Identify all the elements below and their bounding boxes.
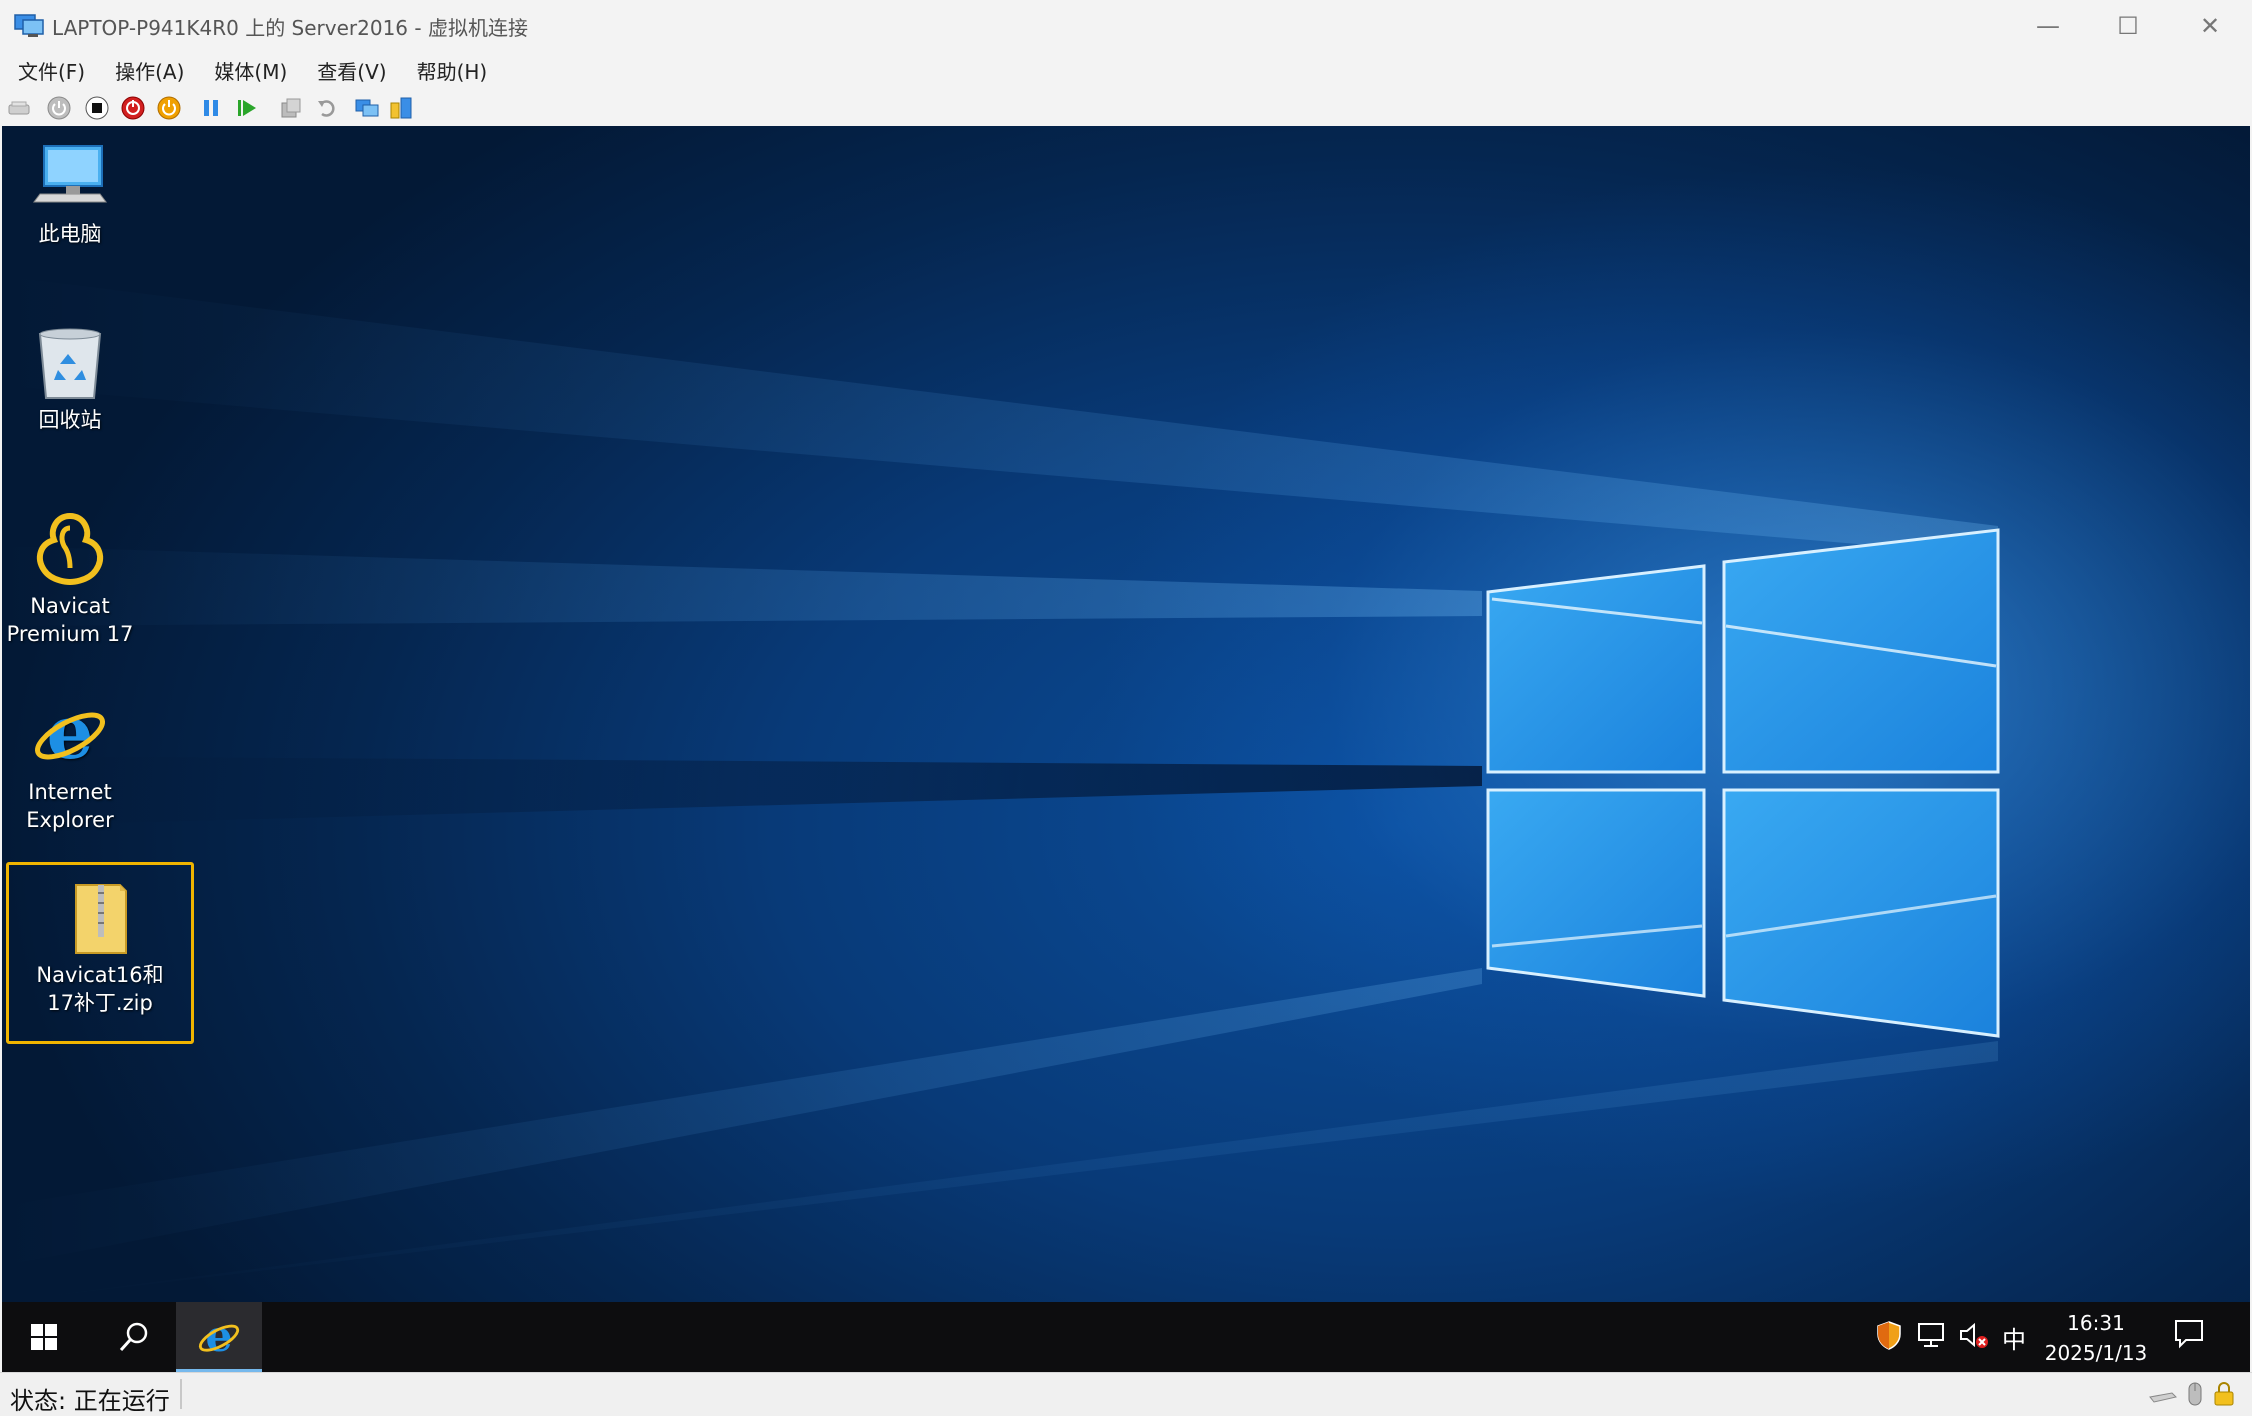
- desktop-icon-internet-explorer[interactable]: e Internet Explorer: [2, 694, 138, 834]
- keyboard-icon: [2149, 1392, 2177, 1403]
- desktop-icon-label-line2: Explorer: [26, 808, 114, 832]
- menu-media[interactable]: 媒体(M): [202, 56, 299, 85]
- desktop-icon-label: 此电脑: [38, 222, 102, 246]
- menu-view[interactable]: 查看(V): [305, 56, 398, 85]
- search-icon: [119, 1322, 148, 1352]
- network-icon[interactable]: [1916, 1320, 1946, 1350]
- clock-date: 2025/1/13: [2044, 1341, 2148, 1365]
- volume-muted-icon[interactable]: [1958, 1320, 1990, 1350]
- recycle-bin-icon: [38, 328, 102, 399]
- checkpoint-icon[interactable]: [278, 95, 304, 121]
- security-shield-icon[interactable]: [1876, 1320, 1902, 1350]
- desktop-icon-label-line1: Navicat: [30, 594, 110, 618]
- minimize-button[interactable]: —: [2008, 0, 2088, 52]
- windows-wallpaper: [2, 276, 2000, 1302]
- menu-action[interactable]: 操作(A): [103, 56, 196, 85]
- desktop-icon-label-line1: Internet: [28, 780, 112, 804]
- windows-logo-icon: [31, 1324, 57, 1350]
- svg-text:e: e: [46, 694, 93, 774]
- desktop-icon-zip-file-selected[interactable]: Navicat16和 17补丁.zip: [6, 862, 194, 1044]
- window-title: LAPTOP-P941K4R0 上的 Server2016 - 虚拟机连接: [52, 16, 528, 40]
- clock-time: 16:31: [2067, 1311, 2125, 1335]
- taskbar-internet-explorer[interactable]: e: [176, 1302, 262, 1372]
- start-icon[interactable]: [46, 95, 72, 121]
- start-button[interactable]: [2, 1302, 86, 1372]
- pause-icon[interactable]: [198, 95, 224, 121]
- maximize-button[interactable]: ☐: [2088, 0, 2168, 52]
- clock[interactable]: 16:31 2025/1/13: [2030, 1308, 2162, 1368]
- internet-explorer-icon: e: [35, 694, 105, 774]
- desktop-icon-this-pc[interactable]: 此电脑: [2, 136, 138, 248]
- taskbar: e 中 16:31 2025/1/13: [2, 1302, 2250, 1372]
- zip-folder-icon: [75, 884, 127, 954]
- vm-connection-window: LAPTOP-P941K4R0 上的 Server2016 - 虚拟机连接 — …: [0, 0, 2252, 1416]
- toolbar: [0, 90, 2252, 126]
- ctrl-alt-del-icon[interactable]: [6, 95, 32, 121]
- action-center-icon[interactable]: [2172, 1316, 2206, 1350]
- internet-explorer-icon: e: [198, 1314, 240, 1360]
- vm-desktop[interactable]: 此电脑 回收站 Navicat Premium 17 e Internet Ex…: [2, 126, 2250, 1302]
- search-button[interactable]: [92, 1302, 176, 1372]
- title-bar[interactable]: LAPTOP-P941K4R0 上的 Server2016 - 虚拟机连接 — …: [0, 0, 2252, 52]
- desktop-icon-label-line1: Navicat16和: [36, 963, 164, 987]
- desktop-icon-recycle-bin[interactable]: 回收站: [2, 322, 138, 434]
- menu-file[interactable]: 文件(F): [6, 56, 97, 85]
- status-bar: 状态: 正在运行: [0, 1372, 2252, 1416]
- status-divider: [180, 1379, 182, 1409]
- desktop-icon-label-line2: 17补丁.zip: [47, 991, 153, 1015]
- close-button[interactable]: ✕: [2170, 0, 2250, 52]
- save-icon[interactable]: [156, 95, 182, 121]
- menu-help[interactable]: 帮助(H): [405, 56, 500, 85]
- enhanced-session-icon[interactable]: [354, 95, 380, 121]
- turn-off-icon[interactable]: [84, 95, 110, 121]
- navicat-icon: [36, 512, 104, 586]
- vm-status-text: 状态: 正在运行: [10, 1387, 170, 1415]
- desktop-icon-label: 回收站: [38, 408, 102, 432]
- menu-bar: 文件(F) 操作(A) 媒体(M) 查看(V) 帮助(H): [0, 52, 2252, 88]
- vm-connection-app-icon: [14, 14, 44, 37]
- desktop-icon-label-line2: Premium 17: [6, 622, 134, 646]
- mouse-icon: [2188, 1382, 2202, 1406]
- shutdown-icon[interactable]: [120, 95, 146, 121]
- this-pc-icon: [33, 145, 107, 203]
- svg-text:e: e: [205, 1314, 232, 1360]
- lock-icon: [2214, 1382, 2234, 1406]
- share-icon[interactable]: [388, 95, 414, 121]
- desktop-icon-navicat[interactable]: Navicat Premium 17: [2, 508, 138, 648]
- ime-indicator[interactable]: 中: [2002, 1320, 2026, 1355]
- resume-icon[interactable]: [234, 95, 260, 121]
- revert-icon[interactable]: [314, 95, 340, 121]
